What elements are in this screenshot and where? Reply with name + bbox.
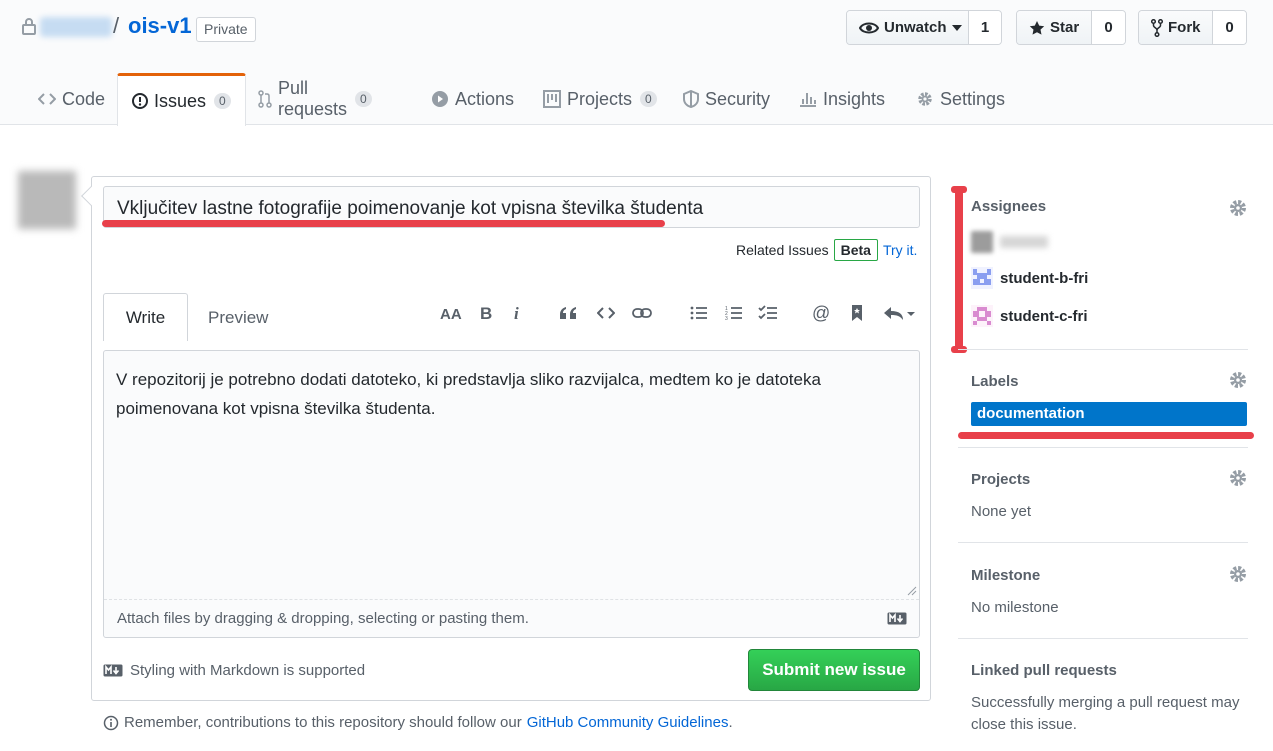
tab-actions[interactable]: Actions	[431, 73, 514, 125]
related-issues: Related Issues Beta Try it.	[736, 239, 917, 261]
author-avatar	[18, 171, 76, 229]
projects-gear-icon[interactable]	[1228, 468, 1248, 488]
annotation-bracket	[951, 186, 967, 353]
linked-pull-requests-heading: Linked pull requests	[971, 662, 1117, 679]
star-button-group: Star 0	[1016, 10, 1126, 45]
markdown-icon	[103, 664, 123, 677]
attach-files-area[interactable]: Attach files by dragging & dropping, sel…	[104, 599, 919, 637]
repo-header: / ois-v1 Private Unwatch 1 Star 0 Fork 0…	[0, 0, 1273, 126]
tab-code[interactable]: Code	[38, 73, 105, 125]
contribution-reminder: Remember, contributions to this reposito…	[103, 714, 733, 731]
watchers-count[interactable]: 1	[969, 11, 1001, 44]
bold-icon[interactable]: B	[474, 302, 498, 324]
issue-body-textarea[interactable]: V repozitorij je potrebno dodati datotek…	[103, 350, 920, 638]
breadcrumb-separator: /	[113, 13, 120, 38]
code-icon	[38, 93, 56, 105]
gear-icon	[916, 90, 934, 108]
italic-icon[interactable]: i	[505, 302, 529, 324]
fork-icon	[1151, 18, 1163, 37]
code-icon[interactable]	[594, 302, 618, 324]
beta-badge: Beta	[833, 239, 878, 261]
tab-write[interactable]: Write	[103, 293, 188, 341]
fork-button-group: Fork 0	[1138, 10, 1247, 45]
resize-handle-icon[interactable]	[907, 586, 917, 596]
label-documentation[interactable]: documentation	[971, 402, 1247, 426]
issue-icon	[132, 93, 148, 109]
markdown-support-link[interactable]: Styling with Markdown is supported	[130, 662, 365, 679]
numbered-list-icon[interactable]: 123	[722, 302, 746, 324]
private-badge: Private	[196, 17, 256, 42]
projects-value: None yet	[971, 503, 1032, 520]
svg-text:@: @	[812, 304, 830, 322]
header-text-icon[interactable]: AA	[439, 302, 463, 324]
divider	[958, 542, 1248, 543]
linked-pull-requests-description: Successfully merging a pull request may …	[971, 694, 1240, 733]
pull-requests-counter: 0	[355, 91, 372, 107]
projects-heading[interactable]: Projects	[971, 471, 1030, 488]
tab-pull-requests[interactable]: Pull requests 0	[258, 73, 372, 125]
play-icon	[431, 90, 449, 108]
divider	[958, 349, 1248, 350]
svg-text:i: i	[514, 305, 519, 321]
watch-button-group: Unwatch 1	[846, 10, 1002, 45]
projects-counter: 0	[640, 91, 657, 107]
eye-icon	[859, 21, 879, 35]
avatar	[971, 231, 993, 253]
avatar	[971, 267, 993, 289]
svg-text:3: 3	[725, 316, 728, 321]
quote-icon[interactable]	[556, 302, 580, 324]
task-list-icon[interactable]	[756, 302, 780, 324]
issues-counter: 0	[214, 93, 231, 109]
labels-gear-icon[interactable]	[1228, 370, 1248, 390]
divider	[958, 447, 1248, 448]
avatar	[971, 305, 993, 327]
tab-issues[interactable]: Issues 0	[117, 73, 246, 126]
annotation-underline	[102, 220, 665, 227]
owner-link[interactable]	[40, 17, 112, 37]
milestone-value: No milestone	[971, 599, 1059, 616]
star-button[interactable]: Star	[1017, 11, 1092, 44]
annotation-underline	[958, 432, 1254, 439]
info-icon	[103, 715, 119, 731]
assignee-student-c-fri[interactable]: student-c-fri	[971, 305, 1088, 327]
issue-body-text: V repozitorij je potrebno dodati datotek…	[116, 370, 821, 418]
reference-icon[interactable]	[845, 302, 869, 324]
bullet-list-icon[interactable]	[687, 302, 711, 324]
svg-text:B: B	[480, 305, 492, 321]
try-it-link[interactable]: Try it.	[883, 242, 917, 258]
community-guidelines-link[interactable]: GitHub Community Guidelines	[527, 714, 729, 731]
fork-button[interactable]: Fork	[1139, 11, 1213, 44]
graph-icon	[799, 91, 817, 107]
milestone-heading[interactable]: Milestone	[971, 567, 1040, 584]
tab-security[interactable]: Security	[683, 73, 770, 125]
repo-name-link[interactable]: ois-v1	[128, 13, 192, 39]
reply-icon[interactable]	[882, 302, 918, 324]
divider	[958, 638, 1248, 639]
star-icon	[1029, 20, 1045, 36]
assignees-gear-icon[interactable]	[1228, 198, 1248, 218]
mention-icon[interactable]: @	[809, 302, 833, 324]
assignees-heading[interactable]: Assignees	[971, 198, 1046, 215]
markdown-icon	[887, 612, 907, 625]
assignee-redacted[interactable]	[971, 231, 1048, 253]
tab-projects[interactable]: Projects 0	[543, 73, 657, 125]
assignee-student-b-fri[interactable]: student-b-fri	[971, 267, 1088, 289]
labels-heading[interactable]: Labels	[971, 373, 1019, 390]
pull-request-icon	[258, 90, 272, 108]
link-icon[interactable]	[630, 302, 654, 324]
svg-text:AA: AA	[440, 306, 462, 321]
unwatch-button[interactable]: Unwatch	[847, 11, 969, 44]
stargazers-count[interactable]: 0	[1092, 11, 1125, 44]
caret-down-icon	[951, 24, 962, 31]
project-icon	[543, 90, 561, 108]
tab-settings[interactable]: Settings	[916, 73, 1005, 125]
tab-insights[interactable]: Insights	[799, 73, 885, 125]
tab-preview[interactable]: Preview	[208, 308, 268, 328]
markdown-support-note: Styling with Markdown is supported	[103, 662, 365, 679]
lock-icon	[22, 17, 36, 35]
submit-new-issue-button[interactable]: Submit new issue	[748, 649, 920, 691]
shield-icon	[683, 90, 699, 108]
forks-count[interactable]: 0	[1213, 11, 1246, 44]
milestone-gear-icon[interactable]	[1228, 564, 1248, 584]
